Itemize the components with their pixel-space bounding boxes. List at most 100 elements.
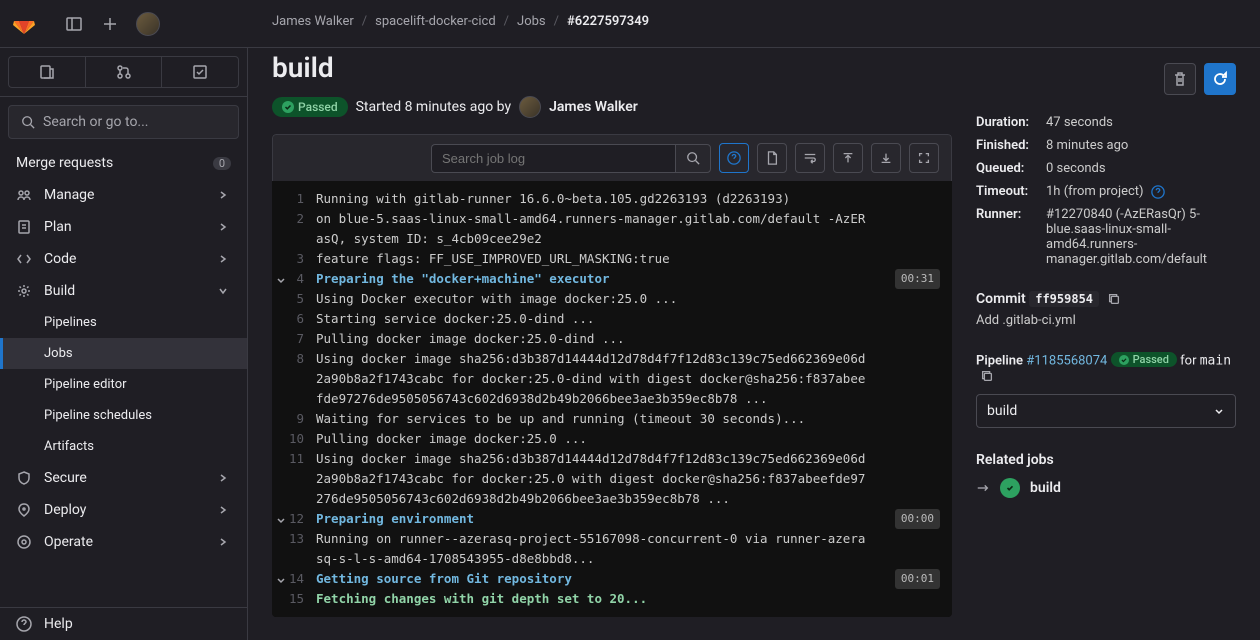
log-text: Using Docker executor with image docker:…: [316, 289, 952, 309]
manage-icon: [16, 187, 32, 203]
plan-icon: [16, 219, 32, 235]
sidebar-item-label: Jobs: [44, 346, 73, 361]
gitlab-logo[interactable]: [0, 12, 48, 36]
status-badge: Passed: [272, 97, 348, 117]
chevron-icon: [215, 251, 231, 267]
check-icon: [1005, 483, 1015, 493]
collapse-icon[interactable]: [276, 571, 286, 591]
log-line: 2 on blue-5.saas-linux-small-amd64.runne…: [272, 209, 952, 249]
pipeline-info: Pipeline #1185568074 Passed for main: [976, 352, 1236, 384]
log-section-time: 00:31: [895, 269, 940, 289]
check-circle-icon: [1119, 355, 1129, 365]
sidebar-tab-todo[interactable]: [161, 56, 239, 88]
pipeline-link[interactable]: #1185568074: [1026, 354, 1107, 369]
chevron-icon: [215, 470, 231, 486]
sidebar-item-label: Deploy: [44, 502, 86, 518]
sidebar-item-deploy[interactable]: Deploy: [0, 494, 247, 526]
plus-icon[interactable]: [100, 14, 120, 34]
sidebar-item-label: Merge requests: [16, 155, 113, 171]
breadcrumb-item[interactable]: James Walker: [272, 14, 354, 29]
log-scroll-top-button[interactable]: [833, 143, 863, 173]
stage-select[interactable]: build: [976, 394, 1236, 428]
sidebar-search[interactable]: Search or go to...: [8, 105, 239, 139]
chevron-icon: [215, 187, 231, 203]
log-line: 9Waiting for services to be up and runni…: [272, 409, 952, 429]
sidebar-tab-merge[interactable]: [85, 56, 162, 88]
sidebar-item-secure[interactable]: Secure: [0, 462, 247, 494]
collapse-icon[interactable]: [276, 511, 286, 531]
sidebar-item-label: Help: [44, 616, 73, 632]
related-job-name[interactable]: build: [1030, 480, 1061, 496]
sidebar-item-code[interactable]: Code: [0, 243, 247, 275]
log-line-number: 4: [272, 269, 316, 289]
log-line: 11Using docker image sha256:d3b387d14444…: [272, 449, 952, 509]
sidebar-subitem-artifacts[interactable]: Artifacts: [0, 431, 247, 462]
log-line: 10Pulling docker image docker:25.0 ...: [272, 429, 952, 449]
log-section-time: 00:01: [895, 569, 940, 589]
sidebar-subitem-pipeline-schedules[interactable]: Pipeline schedules: [0, 400, 247, 431]
copy-icon[interactable]: [1107, 292, 1121, 306]
sidebar-subitem-pipelines[interactable]: Pipelines: [0, 307, 247, 338]
sidebar-item-label: Pipeline schedules: [44, 408, 152, 423]
user-avatar[interactable]: [136, 12, 160, 36]
author-name[interactable]: James Walker: [549, 99, 638, 115]
commit-heading: Commit ff959854: [976, 291, 1236, 307]
log-line: 6Starting service docker:25.0-dind ...: [272, 309, 952, 329]
help-icon[interactable]: [1151, 185, 1165, 199]
log-fullscreen-button[interactable]: [909, 143, 939, 173]
log-text: Using docker image sha256:d3b387d14444d1…: [316, 349, 952, 409]
sidebar-item-label: Plan: [44, 219, 72, 235]
sidebar-item-operate[interactable]: Operate: [0, 526, 247, 558]
sidebar-item-label: Pipelines: [44, 315, 97, 330]
finished-value: 8 minutes ago: [1046, 138, 1128, 153]
log-text: Waiting for services to be up and runnin…: [316, 409, 952, 429]
page-title: build: [272, 51, 952, 84]
wrap-icon: [803, 151, 817, 165]
log-text: Preparing environment: [316, 509, 952, 529]
delete-job-button[interactable]: [1164, 63, 1196, 95]
log-help-button[interactable]: [719, 143, 749, 173]
log-line-number: 14: [272, 569, 316, 589]
copy-icon[interactable]: [980, 369, 994, 383]
sidebar-item-build[interactable]: Build: [0, 275, 247, 307]
search-icon: [21, 115, 35, 129]
log-line: 12Preparing environment00:00: [272, 509, 952, 529]
log-wrap-button[interactable]: [795, 143, 825, 173]
duration-value: 47 seconds: [1046, 115, 1113, 130]
log-raw-button[interactable]: [757, 143, 787, 173]
sidebar-tab-project[interactable]: [8, 56, 85, 88]
log-line-number: 8: [272, 349, 316, 409]
breadcrumb-item[interactable]: Jobs: [517, 14, 546, 29]
sidebar-subitem-pipeline-editor[interactable]: Pipeline editor: [0, 369, 247, 400]
commit-message: Add .gitlab-ci.yml: [976, 313, 1236, 328]
trash-icon: [1172, 71, 1188, 87]
sidebar-item-manage[interactable]: Manage: [0, 179, 247, 211]
help-icon: [16, 616, 32, 632]
log-line-number: 1: [272, 189, 316, 209]
sidebar-item-help[interactable]: Help: [0, 608, 247, 640]
sidebar-toggle-icon[interactable]: [64, 14, 84, 34]
sidebar-item-label: Manage: [44, 187, 94, 203]
log-search-button[interactable]: [675, 144, 711, 173]
collapse-icon[interactable]: [276, 271, 286, 291]
author-avatar[interactable]: [519, 96, 541, 118]
log-line-number: 12: [272, 509, 316, 529]
retry-job-button[interactable]: [1204, 63, 1236, 95]
log-search-input[interactable]: [431, 144, 675, 173]
help-icon: [727, 151, 741, 165]
expand-icon: [917, 151, 931, 165]
log-scroll-bottom-button[interactable]: [871, 143, 901, 173]
sidebar-item-merge-requests[interactable]: Merge requests 0: [0, 147, 247, 179]
search-icon: [686, 151, 700, 165]
log-text: on blue-5.saas-linux-small-amd64.runners…: [316, 209, 952, 249]
commit-hash[interactable]: ff959854: [1029, 291, 1099, 307]
log-line-number: 5: [272, 289, 316, 309]
sidebar-subitem-jobs[interactable]: Jobs: [0, 338, 247, 369]
breadcrumb-item[interactable]: spacelift-docker-cicd: [375, 14, 495, 29]
timeout-label: Timeout:: [976, 184, 1046, 199]
timeout-value: 1h (from project): [1046, 184, 1165, 199]
sidebar-item-plan[interactable]: Plan: [0, 211, 247, 243]
check-circle-icon: [282, 101, 294, 113]
log-text: Running with gitlab-runner 16.6.0~beta.1…: [316, 189, 952, 209]
log-text: Starting service docker:25.0-dind ...: [316, 309, 952, 329]
